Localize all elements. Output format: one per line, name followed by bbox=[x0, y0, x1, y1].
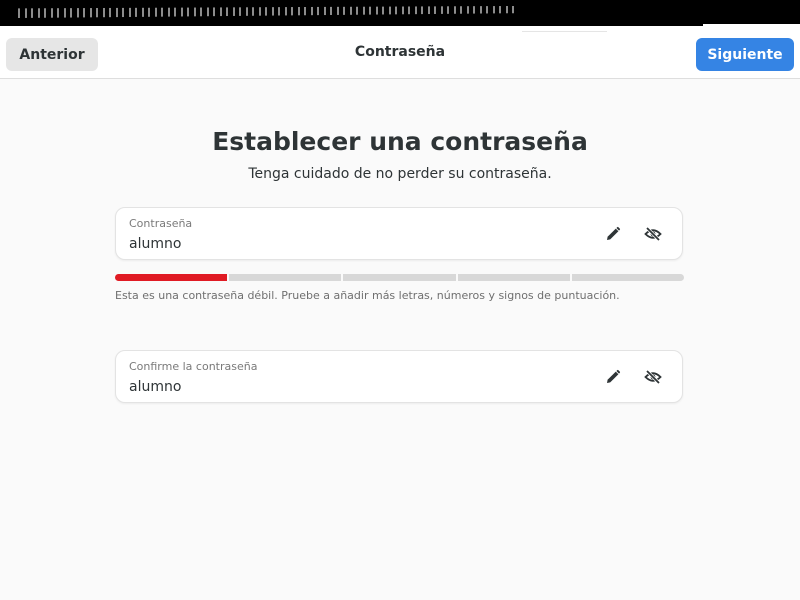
next-button[interactable]: Siguiente bbox=[696, 38, 794, 71]
strength-segment bbox=[343, 274, 456, 281]
header-divider bbox=[522, 31, 607, 32]
back-button[interactable]: Anterior bbox=[6, 38, 98, 71]
password-strength-hint: Esta es una contraseña débil. Pruebe a a… bbox=[115, 289, 620, 302]
password-strength-bar bbox=[115, 274, 685, 281]
password-input[interactable] bbox=[129, 236, 569, 252]
eye-slash-icon[interactable] bbox=[640, 365, 666, 389]
confirm-password-input[interactable] bbox=[129, 379, 569, 395]
eye-slash-icon[interactable] bbox=[640, 222, 666, 246]
password-label: Contraseña bbox=[129, 217, 193, 230]
pencil-icon[interactable] bbox=[600, 365, 626, 389]
pencil-icon[interactable] bbox=[600, 222, 626, 246]
main-heading: Establecer una contraseña bbox=[212, 127, 588, 156]
confirm-password-entry[interactable]: Confirme la contraseña bbox=[115, 350, 683, 403]
top-panel bbox=[0, 0, 800, 26]
password-entry[interactable]: Contraseña bbox=[115, 207, 683, 260]
strength-segment bbox=[115, 274, 228, 281]
header-bar: Anterior Contraseña Siguiente bbox=[0, 26, 800, 79]
strength-segment bbox=[571, 274, 685, 281]
confirm-password-label: Confirme la contraseña bbox=[129, 360, 258, 373]
main-subheading: Tenga cuidado de no perder su contraseña… bbox=[248, 166, 552, 182]
strength-segment bbox=[229, 274, 342, 281]
strength-segment bbox=[457, 274, 570, 281]
page-title: Contraseña bbox=[354, 44, 446, 60]
top-panel-artifact bbox=[18, 6, 518, 18]
